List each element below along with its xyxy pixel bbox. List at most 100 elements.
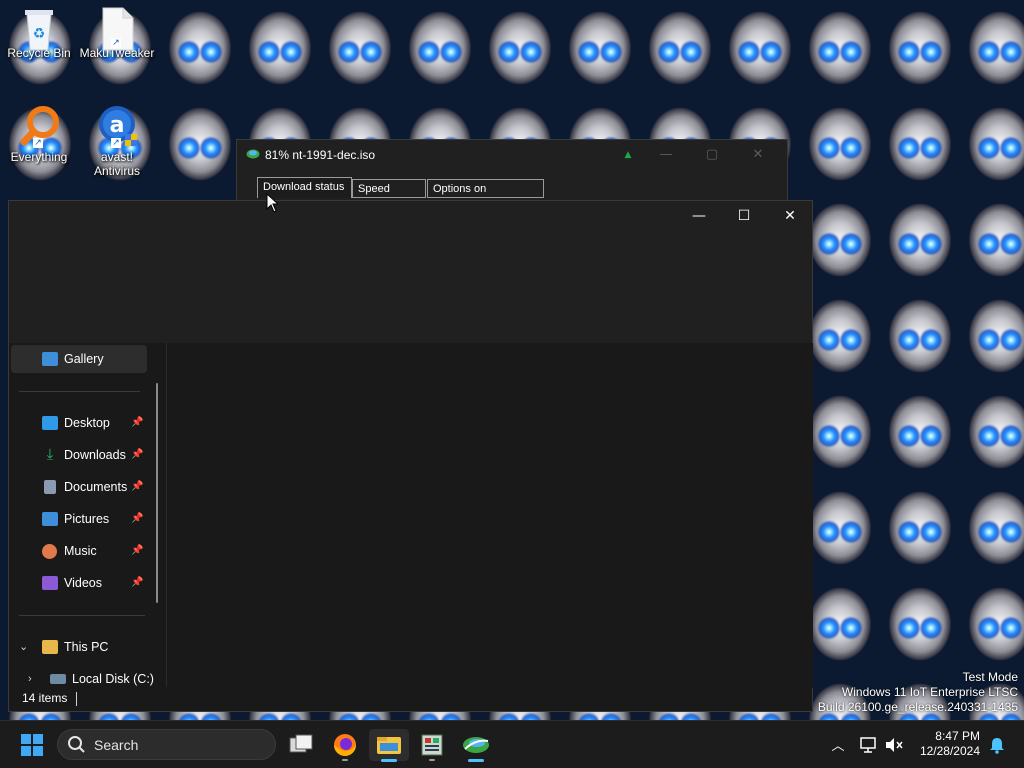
- pictures-icon: [42, 512, 58, 526]
- search-icon: [68, 736, 85, 753]
- start-button[interactable]: [12, 729, 52, 761]
- taskbar-download-manager[interactable]: [456, 729, 496, 762]
- downloads-icon: ⤓: [46, 446, 54, 463]
- desktop-icon-recycle-bin[interactable]: ♻ Recycle Bin: [0, 6, 78, 60]
- minimize-button[interactable]: —: [651, 144, 681, 166]
- nav-item-local-disk[interactable]: › Local Disk (C:): [9, 665, 164, 688]
- pin-icon[interactable]: 📌: [131, 505, 143, 533]
- nav-item-label: Pictures: [64, 512, 110, 526]
- taskbar-app[interactable]: [412, 729, 452, 761]
- download-manager-icon: [463, 737, 489, 753]
- taskbar-search[interactable]: Search: [57, 729, 276, 760]
- gallery-icon: [42, 352, 58, 366]
- search-label: Search: [94, 737, 139, 753]
- firefox-icon: [334, 734, 356, 756]
- recycle-bin-icon: ♻: [19, 6, 59, 51]
- nav-item-label: This PC: [64, 640, 109, 654]
- documents-icon: [44, 480, 56, 494]
- shortcut-arrow-icon: ↗: [111, 138, 121, 148]
- close-button[interactable]: ✕: [743, 144, 773, 166]
- maximize-button[interactable]: ☐: [721, 201, 767, 231]
- taskbar-firefox[interactable]: [325, 729, 365, 761]
- file-explorer-window[interactable]: — ☐ ✕ Gallery Desktop 📌 ⤓ Downloads 📌 Do…: [8, 200, 813, 712]
- pin-icon[interactable]: 📌: [131, 441, 143, 469]
- download-manager-icon: [246, 148, 260, 160]
- taskbar-file-explorer[interactable]: [369, 729, 409, 762]
- windows-watermark: Test Mode Windows 11 IoT Enterprise LTSC…: [818, 670, 1018, 715]
- svg-text:a: a: [110, 113, 125, 138]
- desktop-icon-label: avast! Antivirus: [93, 150, 140, 178]
- nav-scrollbar[interactable]: [156, 383, 158, 603]
- watermark-line: Windows 11 IoT Enterprise LTSC: [841, 685, 1018, 699]
- nav-item-label: Documents: [64, 480, 128, 494]
- nav-item-downloads[interactable]: ⤓ Downloads 📌: [9, 441, 154, 469]
- watermark-line: Build 26100.ge_release.240331-1435: [817, 700, 1018, 714]
- running-indicator: [342, 759, 348, 761]
- item-count: 14 items: [22, 691, 68, 705]
- status-flag-icon: ▲: [624, 150, 632, 160]
- videos-icon: [42, 576, 58, 590]
- taskbar-clock[interactable]: 8:47 PM 12/28/2024: [920, 729, 980, 759]
- maximize-button[interactable]: ▢: [697, 144, 727, 166]
- navigation-pane[interactable]: Gallery Desktop 📌 ⤓ Downloads 📌 Document…: [9, 343, 164, 688]
- avast-icon: a ↗: [97, 104, 137, 148]
- explorer-title-area: — ☐ ✕: [9, 201, 812, 343]
- tab-speed-limiter[interactable]: Speed Limiter: [352, 179, 426, 214]
- nav-divider: [19, 391, 140, 392]
- status-divider: [76, 692, 77, 706]
- chevron-right-icon[interactable]: ›: [28, 665, 40, 685]
- shortcut-arrow-icon: ↗: [33, 138, 43, 148]
- nav-item-documents[interactable]: Documents 📌: [9, 473, 154, 501]
- desktop-icon-label: Everything: [10, 150, 68, 164]
- running-indicator: [429, 759, 435, 761]
- nav-item-desktop[interactable]: Desktop 📌: [9, 409, 154, 437]
- volume-muted-icon[interactable]: [884, 736, 904, 754]
- svg-text:♻: ♻: [33, 26, 46, 42]
- nav-item-gallery[interactable]: Gallery: [11, 345, 147, 373]
- clock-date: 12/28/2024: [919, 744, 980, 758]
- nav-divider: [19, 615, 145, 616]
- nav-item-label: Desktop: [64, 416, 110, 430]
- desktop-icon-avast[interactable]: a ↗ avast! Antivirus: [78, 104, 156, 178]
- pin-icon[interactable]: 📌: [131, 409, 143, 437]
- taskbar: Search ︿ 8:47 PM 12/28/2024: [0, 720, 1024, 768]
- watermark-line: Test Mode: [962, 670, 1018, 684]
- close-button[interactable]: ✕: [767, 201, 813, 231]
- everything-search-icon: ↗: [19, 104, 59, 148]
- file-list-area[interactable]: [166, 343, 813, 688]
- desktop-icon: [42, 416, 58, 430]
- pin-icon[interactable]: 📌: [131, 473, 143, 501]
- nav-item-this-pc[interactable]: ⌄ This PC: [9, 633, 154, 661]
- clock-time: 8:47 PM: [935, 729, 980, 743]
- status-bar: 14 items: [9, 687, 812, 711]
- task-view-button[interactable]: [281, 729, 321, 761]
- desktop-icon-makutweaker[interactable]: ↗ MakuTweaker: [78, 6, 156, 60]
- pin-icon[interactable]: 📌: [131, 537, 143, 565]
- network-icon[interactable]: [859, 736, 879, 754]
- file-explorer-icon: [377, 737, 401, 754]
- nav-item-music[interactable]: Music 📌: [9, 537, 154, 565]
- nav-item-label: Downloads: [64, 448, 126, 462]
- music-icon: [42, 544, 57, 559]
- start-icon: [21, 734, 43, 756]
- nav-item-label: Videos: [64, 576, 102, 590]
- chevron-up-icon[interactable]: ︿: [828, 735, 848, 755]
- nav-item-videos[interactable]: Videos 📌: [9, 569, 154, 597]
- desktop-icon-everything[interactable]: ↗ Everything: [0, 104, 78, 164]
- task-view-icon: [289, 734, 313, 753]
- active-indicator: [381, 759, 397, 762]
- download-window-title: 81% nt-1991-dec.iso: [265, 148, 376, 162]
- drive-icon: [50, 674, 66, 684]
- nav-item-label: Gallery: [64, 352, 104, 366]
- notification-bell-icon[interactable]: [988, 736, 1006, 754]
- pin-icon[interactable]: 📌: [131, 569, 143, 597]
- file-shortcut-icon: ↗: [97, 6, 137, 51]
- nav-item-pictures[interactable]: Pictures 📌: [9, 505, 154, 533]
- shortcut-arrow-icon: ↗: [111, 38, 121, 48]
- minimize-button[interactable]: —: [676, 201, 722, 231]
- nav-item-label: Local Disk (C:): [72, 672, 154, 686]
- nav-item-label: Music: [64, 544, 97, 558]
- chevron-down-icon[interactable]: ⌄: [19, 633, 31, 653]
- this-pc-icon: [42, 640, 58, 654]
- tab-options-on-completion[interactable]: Options on completion: [427, 179, 544, 214]
